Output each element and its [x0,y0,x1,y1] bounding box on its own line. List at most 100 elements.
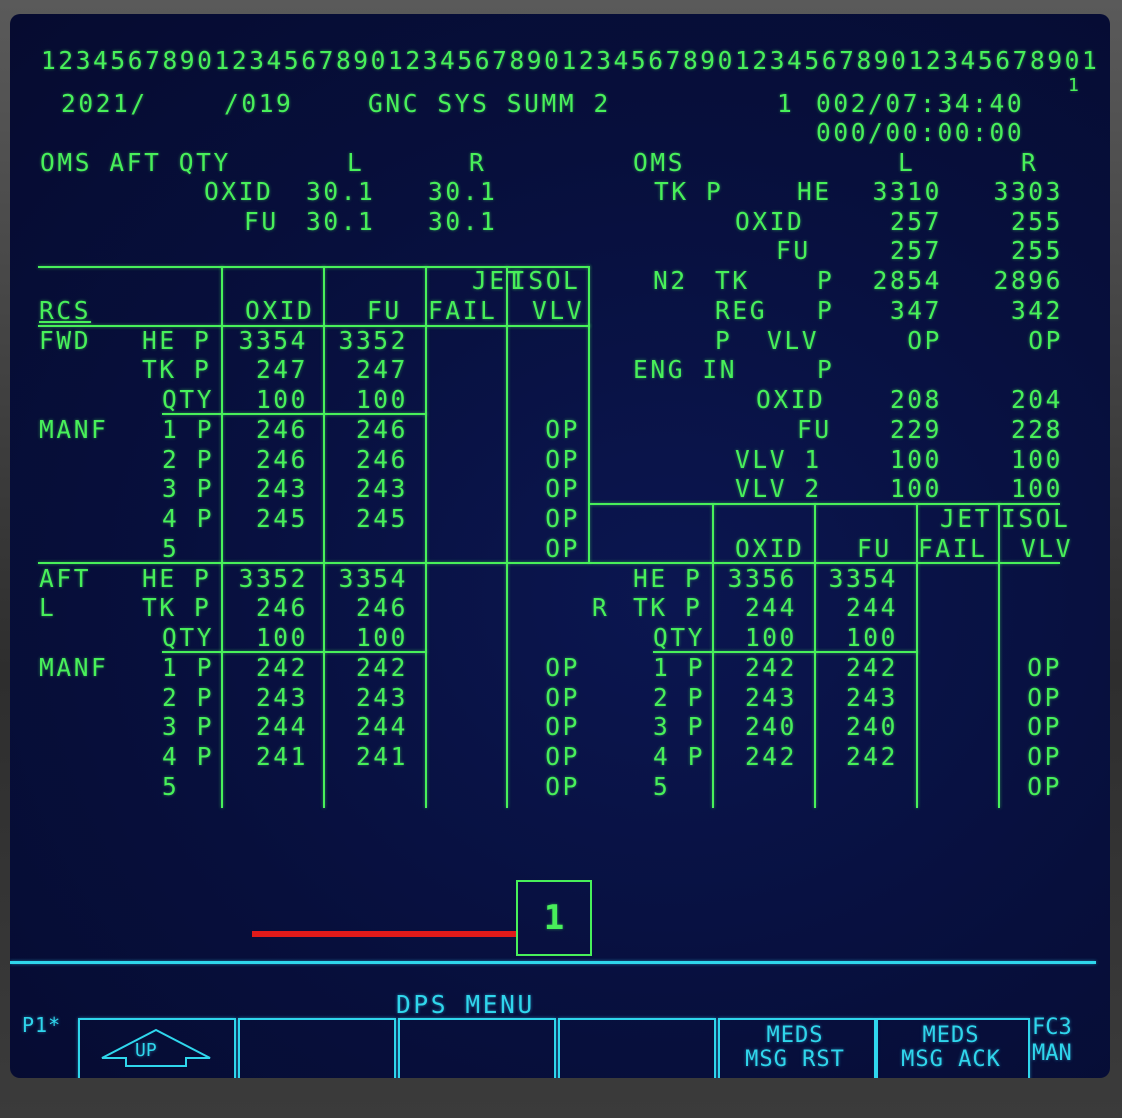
fc-id: FC3 [1032,1015,1072,1040]
aft_r-manf-fu: 240 [845,712,898,741]
oms-reg-r: 342 [1010,296,1063,325]
meds-msg-rst-key[interactable]: MEDS MSG RST [718,1018,876,1078]
aft-r-qty-oxid: 100 [744,623,797,652]
oms-qty-fu-r: 30.1 [428,207,498,236]
rcs-r-fail-header: FAIL [918,534,988,563]
aft_l-manf-isol-vlv: OP [545,683,580,712]
grid-line [712,503,714,808]
meds-msg-rst-line2: MSG RST [745,1047,845,1072]
meds-msg-ack-key[interactable]: MEDS MSG ACK [876,1018,1030,1078]
grid-line [916,503,918,808]
menu-key-3[interactable] [398,1018,556,1078]
oms-heading: OMS [633,148,686,177]
rcs-header: RCS [39,296,92,325]
fwd-manf-oxid: 243 [255,474,308,503]
meds-msg-ack-line2: MSG ACK [901,1047,1001,1072]
aft_l-manf-isol-vlv: OP [545,742,580,771]
aft-r-tk-fu: 244 [845,593,898,622]
grid-line [506,266,508,808]
aft_l-manf-fu: 243 [355,683,408,712]
fwd-manf-isol-vlv: OP [545,445,580,474]
fault-message-box[interactable]: 1 [516,880,592,956]
aft_l-manf-oxid: 244 [255,712,308,741]
port-indicator: P1* [22,1013,62,1037]
aft_l-manf-fu: 242 [355,653,408,682]
aft_r-manf-oxid: 242 [744,742,797,771]
oms-fu-r: 255 [1010,236,1063,265]
aft_l-manf-number: 2 P [162,683,215,712]
fc-mode: MAN [1032,1041,1072,1066]
oms-oxid-label: OXID [735,207,805,236]
aft_l-manf-isol-vlv: OP [545,772,580,801]
rcs-vlv-header: VLV [532,296,585,325]
aft_r-manf-oxid: 240 [744,712,797,741]
menu-key-up[interactable]: UP [78,1018,236,1078]
oms-fu-l: 257 [889,236,942,265]
aft_l-manf-number: 1 P [162,653,215,682]
grid-line [323,266,325,808]
grid-line [653,651,918,653]
grid-line [425,266,427,808]
aft-l-tk-label: TK P [142,593,212,622]
rcs-r-fu-header: FU [857,534,892,563]
ops-id: 2021/ [61,89,148,118]
aft-l-manf-label: MANF [39,653,109,682]
aft-r-tk-oxid: 244 [744,593,797,622]
aft-r-he-oxid: 3356 [727,564,797,593]
oms-vlv2-l: 100 [889,474,942,503]
grid-line [162,413,427,415]
aft_r-manf-oxid: 243 [744,683,797,712]
rcs-r-oxid-header: OXID [735,534,805,563]
grid-line [221,266,223,808]
rcs-oxid-header: OXID [245,296,315,325]
aft_l-manf-number: 4 P [162,742,215,771]
oms-eng-oxid-l: 208 [889,385,942,414]
crt-number: 1 [777,89,795,118]
fwd-manf-fu: 245 [355,504,408,533]
grid-line [162,651,427,653]
fwd-manf-isol-vlv: OP [545,534,580,563]
aft-r-qty-label: QTY [653,623,706,652]
aft-l-he-oxid: 3352 [238,564,308,593]
fwd-tk-oxid: 247 [255,355,308,384]
oms-eng-fu-label: FU [797,415,832,444]
aft_l-manf-oxid: 243 [255,683,308,712]
oms-he-label: HE [797,177,832,206]
oms-pvlv-label: P VLV [715,326,820,355]
oms-vlv1-r: 100 [1010,445,1063,474]
aft_l-manf-number: 3 P [162,712,215,741]
gnc-sys-summ-2-display: 1234567890123456789012345678901234567890… [10,14,1110,1078]
menu-key-2[interactable] [238,1018,396,1078]
mdu-screen: 1234567890123456789012345678901234567890… [10,14,1110,1078]
oms-he-r: 3303 [993,177,1063,206]
oms-reg-label: REG [715,296,768,325]
aft-l-he-label: HE P [142,564,212,593]
oms-oxid-r: 255 [1010,207,1063,236]
oms-n2-label: N2 [653,266,688,295]
aft_r-manf-fu: 243 [845,683,898,712]
fwd-manf-number: 2 P [162,445,215,474]
aft_l-manf-fu: 241 [355,742,408,771]
oms-fu-label: FU [776,236,811,265]
fwd-manf-fu: 243 [355,474,408,503]
aft_r-manf-fu: 242 [845,742,898,771]
rcs-isol-header: ISOL [511,266,581,295]
oms-eng-p-label: P [817,355,835,384]
aft_l-manf-oxid: 241 [255,742,308,771]
aft_l-manf-number: 5 [162,772,180,801]
oms-eng-oxid-label: OXID [756,385,826,414]
fault-message-line [252,931,516,937]
aft-r-tk-label: TK P [633,593,703,622]
fwd-he-fu: 3352 [338,326,408,355]
fwd-qty-fu: 100 [355,385,408,414]
aft_r-manf-number: 1 P [653,653,706,682]
aft_r-manf-isol-vlv: OP [1027,683,1062,712]
aft_l-manf-fu: 244 [355,712,408,741]
oms-pvlv-l: OP [907,326,942,355]
fault-message-count: 1 [543,898,565,938]
menu-key-4[interactable] [558,1018,716,1078]
grid-line [588,325,590,563]
aft_r-manf-number: 2 P [653,683,706,712]
oms-eng-oxid-r: 204 [1010,385,1063,414]
aft_r-manf-isol-vlv: OP [1027,712,1062,741]
